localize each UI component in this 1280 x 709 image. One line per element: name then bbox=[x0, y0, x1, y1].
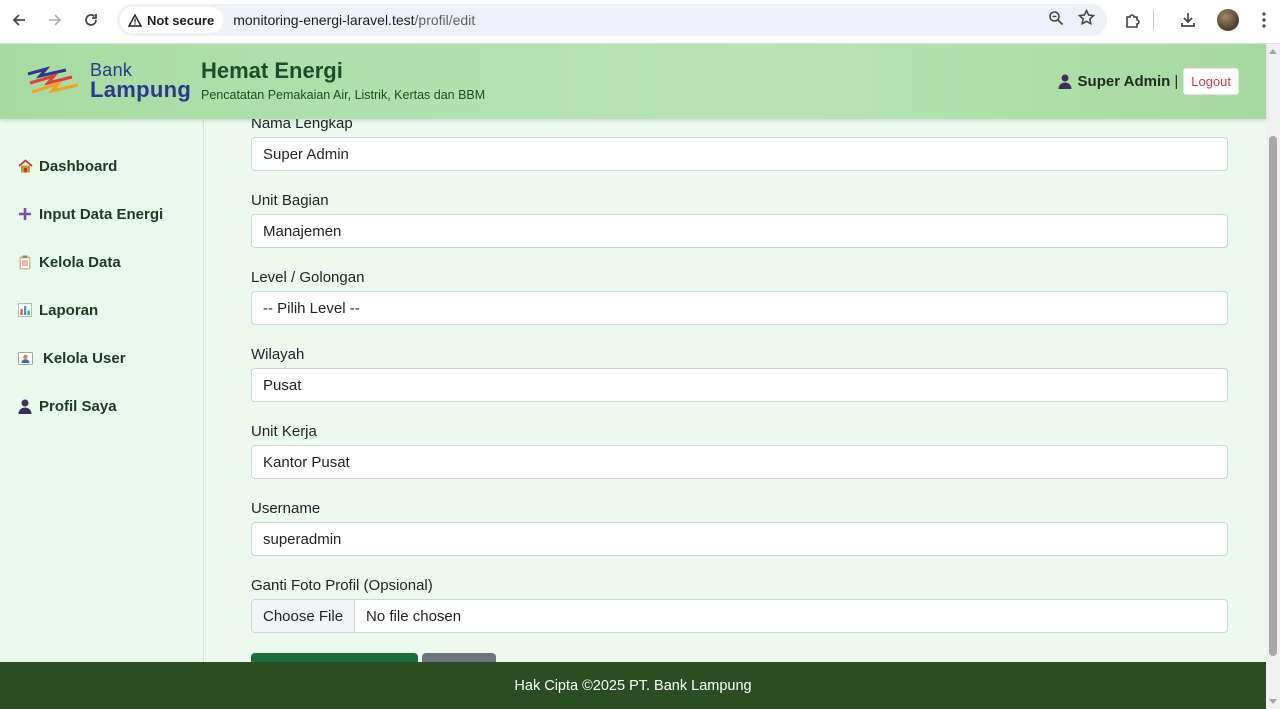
unit-bagian-label: Unit Bagian bbox=[251, 192, 329, 209]
sidebar-item-label: Kelola User bbox=[43, 349, 126, 367]
sidebar-item-dashboard[interactable]: Dashboard bbox=[0, 142, 203, 190]
logo-lampung-text: Lampung bbox=[90, 77, 192, 102]
copyright-text: Hak Cipta ©2025 PT. Bank Lampung bbox=[514, 677, 752, 694]
nama-input[interactable]: Super Admin bbox=[251, 137, 1228, 171]
sidebar-item-label: Kelola Data bbox=[39, 253, 121, 271]
zoom-icon[interactable] bbox=[1048, 10, 1064, 31]
logout-button[interactable]: Logout bbox=[1183, 68, 1239, 95]
field-foto-profil: Ganti Foto Profil (Opsional) Choose File… bbox=[251, 577, 1228, 633]
field-username: Username superadmin bbox=[251, 500, 1228, 556]
wilayah-label: Wilayah bbox=[251, 346, 305, 363]
url-text: monitoring-energi-laravel.test/profil/ed… bbox=[233, 12, 475, 28]
bank-lampung-logo[interactable]: Bank Lampung bbox=[26, 60, 191, 104]
scroll-down-arrow-icon[interactable] bbox=[1269, 699, 1277, 704]
app-title: Hemat Energi bbox=[201, 58, 343, 83]
page-footer: Hak Cipta ©2025 PT. Bank Lampung bbox=[0, 662, 1266, 709]
field-unit-kerja: Unit Kerja Kantor Pusat bbox=[251, 423, 1228, 479]
sidebar-item-label: Laporan bbox=[39, 301, 99, 319]
extensions-icon[interactable] bbox=[1113, 4, 1153, 36]
bar-chart-icon bbox=[17, 303, 33, 317]
page-scrollbar[interactable] bbox=[1266, 44, 1280, 709]
user-separator: | bbox=[1174, 73, 1179, 90]
field-unit-bagian: Unit Bagian Manajemen bbox=[251, 192, 1228, 248]
file-status: No file chosen bbox=[366, 607, 462, 625]
save-button[interactable] bbox=[251, 653, 418, 662]
toolbar-divider bbox=[1153, 10, 1154, 30]
warning-icon bbox=[128, 13, 142, 27]
sidebar-item-laporan[interactable]: Laporan bbox=[0, 286, 203, 334]
url-path: /profil/edit bbox=[414, 12, 476, 28]
field-nama-lengkap: Nama Lengkap Super Admin bbox=[251, 119, 1228, 171]
brand-block: Hemat Energi Pencatatan Pemakaian Air, L… bbox=[201, 58, 485, 102]
field-level: Level / Golongan -- Pilih Level -- bbox=[251, 269, 1228, 325]
foto-file-input[interactable]: Choose File No file chosen bbox=[251, 599, 1228, 633]
scroll-up-arrow-icon[interactable] bbox=[1269, 49, 1277, 54]
bookmark-star-icon[interactable] bbox=[1077, 8, 1096, 31]
menu-kebab-icon[interactable] bbox=[1248, 4, 1280, 36]
level-select[interactable]: -- Pilih Level -- bbox=[251, 291, 1228, 325]
field-wilayah: Wilayah Pusat bbox=[251, 346, 1228, 402]
plus-icon bbox=[17, 207, 33, 221]
sidebar-item-kelola-data[interactable]: Kelola Data bbox=[0, 238, 203, 286]
browser-toolbar: Not secure monitoring-energi-laravel.tes… bbox=[0, 0, 1280, 44]
user-icon bbox=[1058, 74, 1072, 89]
unit-bagian-input[interactable]: Manajemen bbox=[251, 214, 1228, 248]
sidebar-item-label: Input Data Energi bbox=[39, 205, 164, 223]
sidebar-item-input-data-energi[interactable]: Input Data Energi bbox=[0, 190, 203, 238]
download-icon[interactable] bbox=[1168, 4, 1208, 36]
cancel-button[interactable] bbox=[422, 653, 496, 662]
choose-file-button[interactable]: Choose File bbox=[252, 600, 356, 632]
security-label: Not secure bbox=[147, 12, 215, 28]
nama-label: Nama Lengkap bbox=[251, 119, 353, 132]
sidebar-item-profil-saya[interactable]: Profil Saya bbox=[0, 382, 203, 430]
app-subtitle: Pencatatan Pemakaian Air, Listrik, Kerta… bbox=[201, 88, 486, 102]
user-icon bbox=[17, 399, 33, 414]
app-header: Bank Lampung Hemat Energi Pencatatan Pem… bbox=[0, 44, 1266, 119]
profile-edit-form: Nama Lengkap Super Admin Unit Bagian Man… bbox=[205, 119, 1266, 662]
forward-arrow-icon[interactable] bbox=[37, 2, 73, 38]
unit-kerja-input[interactable]: Kantor Pusat bbox=[251, 445, 1228, 479]
scrollbar-thumb[interactable] bbox=[1269, 136, 1277, 656]
clipboard-icon bbox=[17, 255, 33, 270]
logo-waves-icon bbox=[27, 66, 79, 94]
sidebar: Dashboard Input Data Energi Kelola Data … bbox=[0, 119, 204, 662]
sidebar-item-label: Profil Saya bbox=[39, 397, 117, 415]
reload-icon[interactable] bbox=[73, 2, 109, 38]
unit-kerja-label: Unit Kerja bbox=[251, 423, 317, 440]
url-host: monitoring-energi-laravel.test bbox=[233, 12, 415, 28]
house-icon bbox=[17, 159, 33, 173]
id-card-icon bbox=[17, 351, 33, 365]
user-area: Super Admin | Logout bbox=[1058, 68, 1239, 95]
foto-label: Ganti Foto Profil (Opsional) bbox=[251, 577, 433, 594]
current-user-name: Super Admin bbox=[1077, 73, 1171, 90]
sidebar-item-label: Dashboard bbox=[39, 157, 118, 175]
username-label: Username bbox=[251, 500, 321, 517]
wilayah-input[interactable]: Pusat bbox=[251, 368, 1228, 402]
sidebar-item-kelola-user[interactable]: Kelola User bbox=[0, 334, 203, 382]
username-input[interactable]: superadmin bbox=[251, 522, 1228, 556]
back-arrow-icon[interactable] bbox=[1, 2, 37, 38]
level-label: Level / Golongan bbox=[251, 269, 365, 286]
profile-avatar[interactable] bbox=[1208, 4, 1248, 36]
address-bar[interactable]: Not secure monitoring-energi-laravel.tes… bbox=[117, 4, 1107, 36]
security-chip[interactable]: Not secure bbox=[120, 7, 224, 33]
